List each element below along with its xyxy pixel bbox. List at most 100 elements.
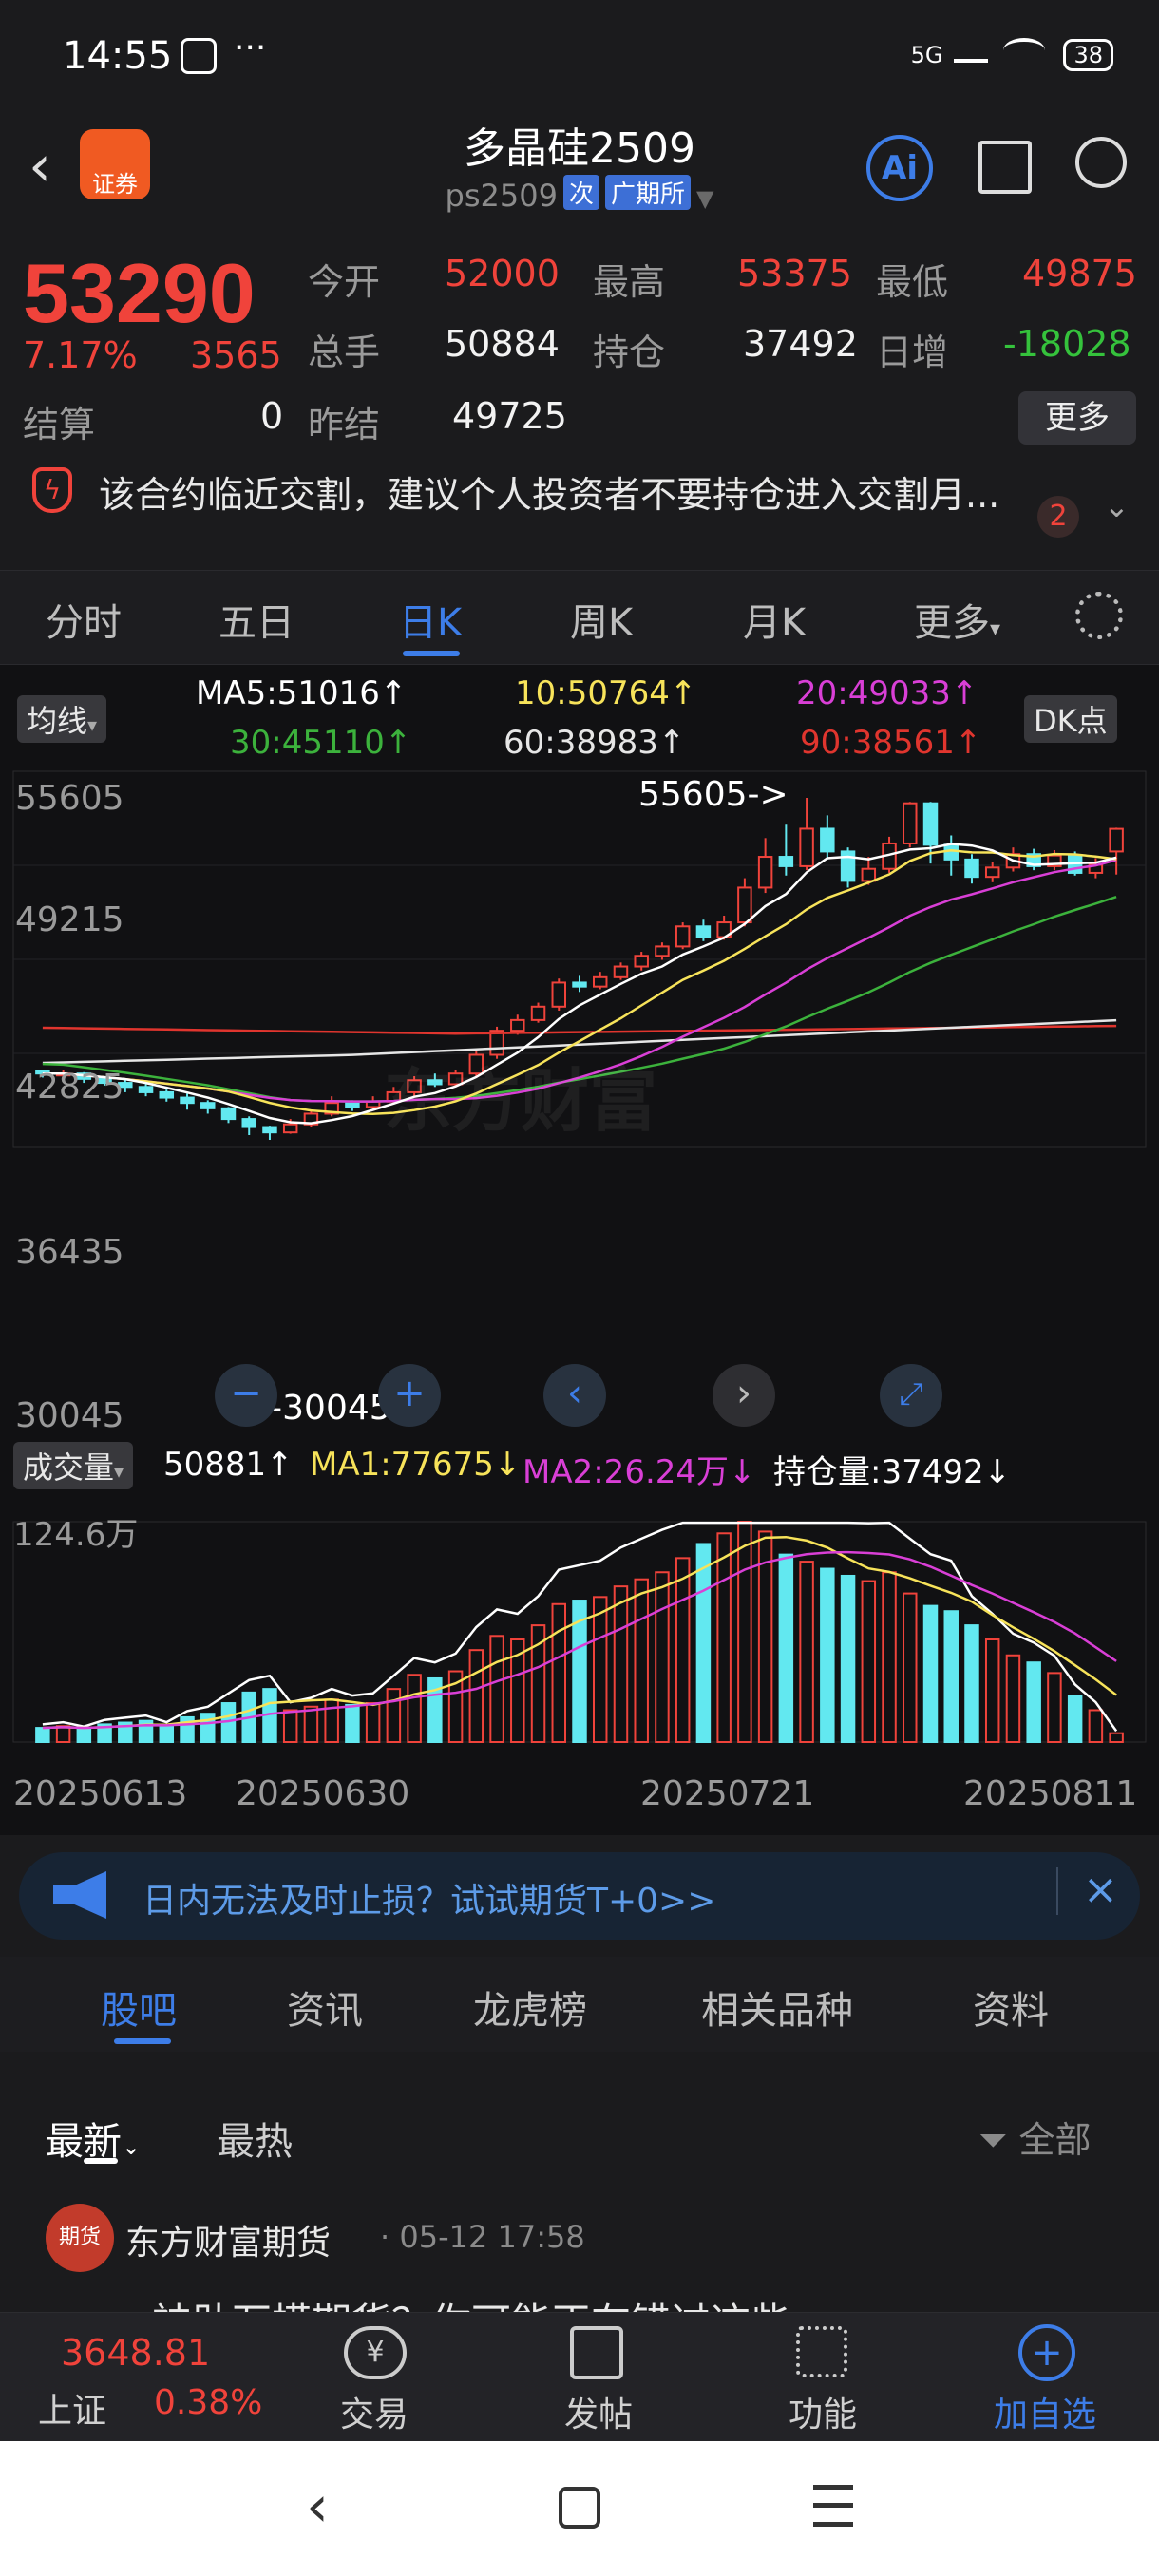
change-value: 3565 xyxy=(190,334,282,376)
candle-down xyxy=(820,827,835,853)
fullscreen-icon[interactable]: ⤢ xyxy=(880,1364,942,1427)
avatar[interactable]: 期货 xyxy=(46,2204,114,2272)
volume-bar-down xyxy=(964,1624,979,1743)
add-watchlist-button[interactable]: 加自选 xyxy=(994,2387,1096,2436)
tab-monthly-k[interactable]: 月K xyxy=(743,592,806,647)
volume-bar-up xyxy=(799,1561,814,1743)
functions-button[interactable]: 功能 xyxy=(788,2387,857,2436)
settle-value: 0 xyxy=(260,395,284,437)
tab-five-day[interactable]: 五日 xyxy=(218,592,294,647)
network-icon: 5G xyxy=(910,42,943,68)
ma90-legend: 90:38561↑ xyxy=(800,724,982,762)
system-back-icon[interactable]: ‹ xyxy=(306,2473,329,2540)
system-home-icon[interactable] xyxy=(559,2487,600,2529)
tab-intraday[interactable]: 分时 xyxy=(46,592,122,647)
x-tick-label: 20250630 xyxy=(236,1774,410,1813)
tab-dragon-tiger[interactable]: 龙虎榜 xyxy=(473,1979,587,2035)
volume-bar-up xyxy=(592,1596,608,1743)
volume-bar-down xyxy=(778,1553,794,1743)
warning-text: 该合约临近交割，建议个人投资者不要持仓进入交割月... xyxy=(99,474,1000,516)
dk-points-button[interactable]: DK点 xyxy=(1024,695,1117,743)
tab-weekly-k[interactable]: 周K xyxy=(570,592,633,647)
watermark: 东方财富 xyxy=(384,1061,658,1141)
active-tab-underline xyxy=(403,651,460,656)
candle-down xyxy=(262,1126,277,1134)
open-interest-label: 持仓 xyxy=(593,331,666,373)
volume-bar-down xyxy=(1026,1661,1041,1744)
open-value: 52000 xyxy=(445,253,560,294)
app-notification-icon xyxy=(180,38,217,74)
zoom-in-icon[interactable]: + xyxy=(378,1364,441,1427)
period-tabs: 分时 五日 日K 周K 月K 更多▾ xyxy=(0,570,1159,665)
candle-up xyxy=(984,866,1000,879)
chevron-left-icon[interactable]: ‹ xyxy=(543,1364,606,1427)
chevron-down-icon[interactable]: ⌄ xyxy=(1104,488,1130,524)
filter-label: 全部 xyxy=(1018,2119,1092,2161)
volume-selector[interactable]: 成交量▾ xyxy=(13,1442,134,1489)
volume-chart[interactable] xyxy=(0,1493,1159,1759)
candle-up xyxy=(757,856,773,889)
volume-bar-down xyxy=(35,1727,50,1744)
trade-button[interactable]: 交易 xyxy=(340,2387,408,2436)
candle-down xyxy=(159,1090,175,1099)
volume-bar-up xyxy=(407,1674,422,1744)
tab-profile[interactable]: 资料 xyxy=(973,1979,1049,2035)
add-watchlist-icon: + xyxy=(1018,2324,1075,2381)
candle-down xyxy=(572,981,587,988)
search-icon[interactable] xyxy=(1075,137,1127,188)
kline-chart-area[interactable]: 均线▾ MA5:51016↑ 10:50764↑ 20:49033↑ 30:45… xyxy=(0,665,1159,1835)
candle-down xyxy=(138,1086,154,1093)
ma30-legend: 30:45110↑ xyxy=(230,724,412,762)
banner-divider xyxy=(1056,1867,1058,1915)
volume-bar-down xyxy=(840,1574,856,1743)
delivery-warning[interactable]: ϟ 该合约临近交割，建议个人投资者不要持仓进入交割月... ⌄ xyxy=(0,456,1159,560)
filter-all[interactable]: ⏷ 全部 xyxy=(978,2111,1092,2163)
more-button[interactable]: 更多 xyxy=(1018,391,1136,445)
ma-selector[interactable]: 均线▾ xyxy=(17,695,107,743)
t0-promo-banner[interactable]: 日内无法及时止损？试试期货T+0>> × xyxy=(19,1852,1140,1940)
volume-ma2: MA2:26.24万↓ xyxy=(522,1453,756,1491)
tab-news[interactable]: 资讯 xyxy=(287,1979,363,2035)
chevron-right-icon[interactable]: › xyxy=(712,1364,775,1427)
ma20-legend: 20:49033↑ xyxy=(796,674,978,712)
ai-assistant-icon[interactable]: Ai xyxy=(866,135,933,201)
status-indicators: 5G 38 xyxy=(911,38,1113,71)
tab-daily-k[interactable]: 日K xyxy=(399,592,462,647)
sort-hot[interactable]: 最热 xyxy=(217,2111,293,2166)
nav-bar: ‹ 证券 多晶硅2509 ps2509 次广期所 ▼ Ai xyxy=(0,114,1159,228)
volume-bar-up xyxy=(282,1709,298,1744)
candle-up xyxy=(737,886,752,924)
post-author[interactable]: 东方财富期货 xyxy=(125,2215,331,2264)
volume-bar-up xyxy=(737,1521,752,1743)
gear-icon[interactable] xyxy=(1075,592,1123,639)
y-tick-label: 49215 xyxy=(15,900,124,939)
zoom-out-icon[interactable]: − xyxy=(215,1364,277,1427)
candle-down xyxy=(345,1102,360,1108)
volume-bar-down xyxy=(76,1728,92,1744)
candle-up xyxy=(799,827,814,867)
volume-bar-up xyxy=(1005,1654,1021,1743)
volume-bar-up xyxy=(324,1698,339,1743)
tab-more[interactable]: 更多▾ xyxy=(914,592,1000,647)
tab-related[interactable]: 相关品种 xyxy=(701,1979,853,2035)
candle-up xyxy=(613,965,629,978)
ma-selector-label: 均线 xyxy=(27,703,88,739)
ma10-legend: 10:50764↑ xyxy=(515,674,697,712)
volume-bar-up xyxy=(1109,1732,1124,1744)
dropdown-caret-icon: ▼ xyxy=(695,185,714,212)
open-label: 今开 xyxy=(308,261,381,303)
index-value[interactable]: 3648.81 xyxy=(61,2332,210,2374)
candle-up xyxy=(655,945,670,957)
tab-forum[interactable]: 股吧 xyxy=(101,1979,177,2035)
candle-up xyxy=(674,925,691,948)
post-time: · 05-12 17:58 xyxy=(380,2219,585,2255)
banner-text: 日内无法及时止损？试试期货T+0>> xyxy=(142,1882,716,1921)
system-menu-bar xyxy=(813,2503,853,2508)
post-button[interactable]: 发帖 xyxy=(564,2387,633,2436)
volume-bar-down xyxy=(159,1725,175,1743)
system-menu-icon[interactable] xyxy=(813,2485,853,2527)
share-icon[interactable] xyxy=(978,141,1032,194)
close-icon[interactable]: × xyxy=(1083,1866,1118,1914)
more-notifications: ··· xyxy=(234,28,267,67)
signal-icon xyxy=(954,38,989,63)
